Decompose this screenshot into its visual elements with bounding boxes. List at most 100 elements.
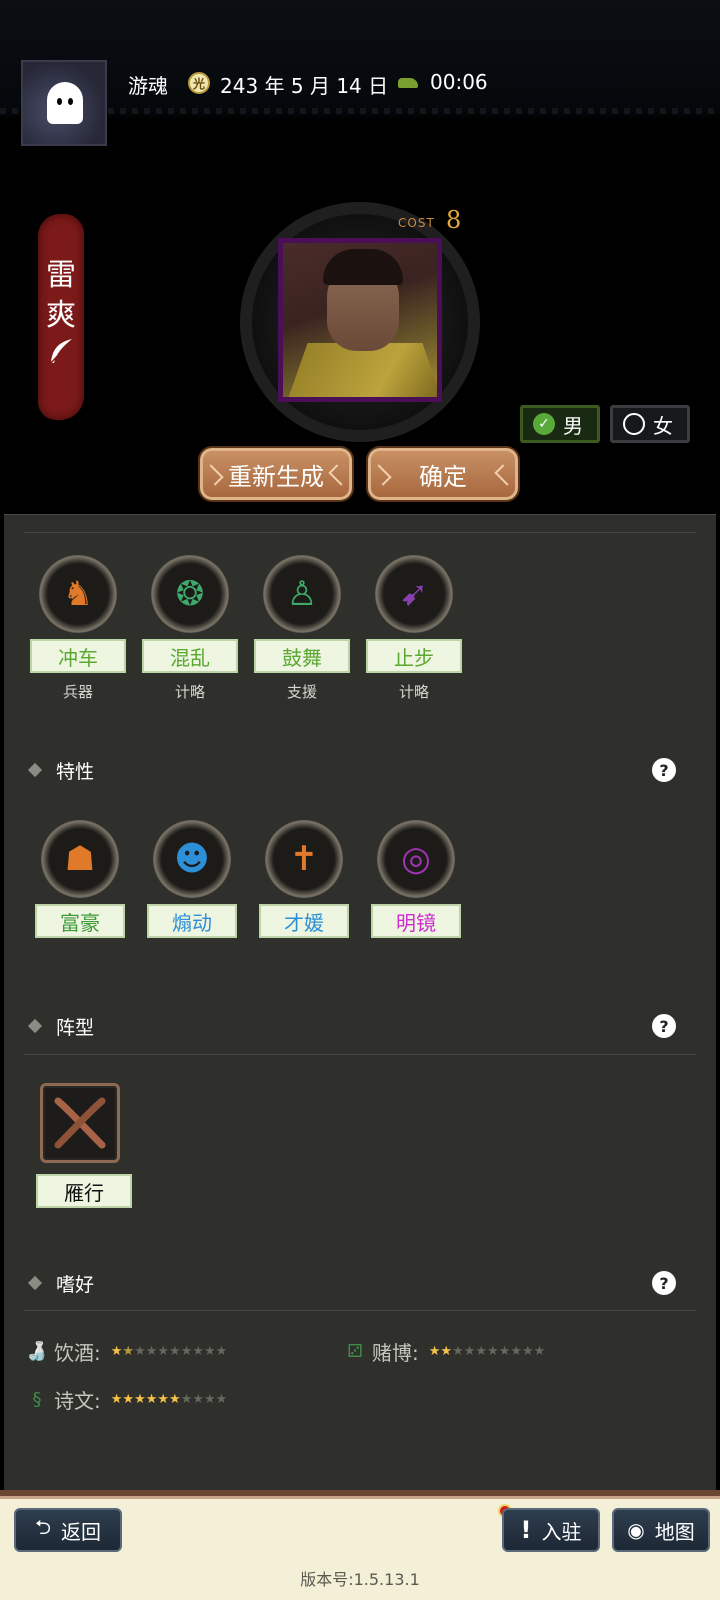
clock-icon xyxy=(398,78,418,88)
star-icon: ★ xyxy=(180,1343,193,1359)
cost-label: COST xyxy=(398,216,435,230)
skill-item[interactable]: ❂ 混乱 计略 xyxy=(142,555,238,702)
star-icon: ★ xyxy=(498,1343,511,1359)
skill-name: 止步 xyxy=(366,639,462,673)
trait-name: 富豪 xyxy=(35,904,125,938)
skill-icon: ♞ xyxy=(39,555,117,633)
hobby-label: 诗文: xyxy=(54,1388,101,1413)
traits-help-icon[interactable]: ? xyxy=(652,758,676,782)
star-icon: ★ xyxy=(192,1391,204,1407)
map-button[interactable]: ◉ 地图 xyxy=(612,1508,710,1552)
mirror-icon: ◎ xyxy=(401,839,431,879)
ghost-avatar-icon xyxy=(47,82,83,124)
formation-name: 雁行 xyxy=(36,1174,132,1208)
trait-item[interactable]: ☗ 富豪 xyxy=(32,820,128,938)
skill-name: 鼓舞 xyxy=(254,639,350,673)
star-icon: ★ xyxy=(180,1391,193,1407)
star-icon: ★ xyxy=(157,1391,170,1407)
star-icon: ★ xyxy=(204,1343,216,1359)
hobby-stars: ★ ★ ★ ★ ★ ★ ★ ★ ★ ★ xyxy=(111,1344,228,1359)
trait-icon: ✝ xyxy=(265,820,343,898)
agitator-icon: ☻ xyxy=(174,839,210,879)
enter-label: 入驻 xyxy=(541,1519,582,1544)
star-icon: ★ xyxy=(145,1343,158,1359)
skill-item[interactable]: ♙ 鼓舞 支援 xyxy=(254,555,350,702)
checked-icon: ✓ xyxy=(533,413,555,435)
enter-button[interactable]: ! 入驻 xyxy=(502,1508,600,1552)
divider xyxy=(24,1310,696,1311)
regenerate-button[interactable]: 重新生成 xyxy=(200,448,352,500)
character-name-banner[interactable]: 雷 爽 xyxy=(38,214,84,420)
hobby-row: ⚂ 赌博: ★ ★ ★ ★ ★ ★ ★ ★ ★ ★ xyxy=(344,1336,545,1366)
star-icon: ★ xyxy=(110,1343,123,1359)
skill-item[interactable]: ♞ 冲车 兵器 xyxy=(30,555,126,702)
cross-figure-icon: ✝ xyxy=(289,839,319,879)
name-char-2: 爽 xyxy=(46,298,76,333)
unchecked-icon xyxy=(623,413,645,435)
hobbies-help-icon[interactable]: ? xyxy=(652,1271,676,1295)
skill-icon: ➹ xyxy=(375,555,453,633)
star-icon: ★ xyxy=(110,1391,123,1407)
skill-name: 混乱 xyxy=(142,639,238,673)
siege-horse-icon: ♞ xyxy=(62,574,94,614)
map-label: 地图 xyxy=(654,1519,695,1544)
formation-item[interactable]: 雁行 xyxy=(36,1168,132,1208)
traits-title: 特性 xyxy=(56,760,95,783)
gender-female-label: 女 xyxy=(653,413,673,438)
divider xyxy=(24,1054,696,1055)
trait-icon: ☻ xyxy=(153,820,231,898)
trait-icon: ☗ xyxy=(41,820,119,898)
trait-icon: ◎ xyxy=(377,820,455,898)
back-label: 返回 xyxy=(61,1519,102,1544)
game-time: 00:06 xyxy=(430,70,488,94)
hobby-row: 🍶 饮酒: ★ ★ ★ ★ ★ ★ ★ ★ ★ ★ xyxy=(26,1336,228,1366)
game-date: 243 年 5 月 14 日 xyxy=(220,74,389,98)
trait-item[interactable]: ✝ 才媛 xyxy=(256,820,352,938)
star-icon: ★ xyxy=(192,1343,204,1359)
rich-man-icon: ☗ xyxy=(64,839,96,879)
star-icon: ★ xyxy=(215,1343,228,1359)
skill-type: 计略 xyxy=(398,683,429,701)
trait-name: 明镜 xyxy=(371,904,461,938)
feather-edit-icon[interactable] xyxy=(46,336,76,366)
gender-female-option[interactable]: 女 xyxy=(610,405,690,443)
skill-item[interactable]: ➹ 止步 计略 xyxy=(366,555,462,702)
gender-male-option[interactable]: ✓ 男 xyxy=(520,405,600,443)
star-icon: ★ xyxy=(428,1343,441,1359)
name-char-1: 雷 xyxy=(46,258,76,293)
hobby-row: § 诗文: ★ ★ ★ ★ ★ ★ ★ ★ ★ ★ xyxy=(26,1384,228,1414)
star-icon: ★ xyxy=(510,1343,522,1359)
star-icon: ★ xyxy=(215,1391,228,1407)
star-icon: ★ xyxy=(522,1343,534,1359)
confirm-button[interactable]: 确定 xyxy=(368,448,518,500)
trait-item[interactable]: ☻ 煽动 xyxy=(144,820,240,938)
trait-item[interactable]: ◎ 明镜 xyxy=(368,820,464,938)
formation-help-icon[interactable]: ? xyxy=(652,1014,676,1038)
crossed-feathers-icon[interactable] xyxy=(40,1083,120,1163)
boot-icon: ➹ xyxy=(399,574,429,614)
hobby-stars: ★ ★ ★ ★ ★ ★ ★ ★ ★ ★ xyxy=(429,1344,546,1359)
swirl-icon: ❂ xyxy=(175,574,205,614)
exclamation-icon: ! xyxy=(520,1516,532,1544)
divider xyxy=(24,532,696,533)
star-icon: ★ xyxy=(157,1343,170,1359)
back-button[interactable]: ⮌ 返回 xyxy=(14,1508,122,1552)
skill-type: 支援 xyxy=(286,683,317,701)
hobby-label: 饮酒: xyxy=(54,1340,101,1365)
traits-header: 特性 xyxy=(27,755,95,785)
dice-icon: ⚂ xyxy=(347,1340,363,1362)
hobbies-header: 嗜好 xyxy=(27,1268,94,1298)
calendar-icon: 光 xyxy=(188,72,210,94)
player-avatar[interactable] xyxy=(21,60,107,146)
formation-header: 阵型 xyxy=(27,1011,94,1041)
skill-name: 冲车 xyxy=(30,639,126,673)
back-arrow-icon: ⮌ xyxy=(34,1515,52,1539)
hobby-stars: ★ ★ ★ ★ ★ ★ ★ ★ ★ ★ xyxy=(111,1392,228,1407)
skill-icon: ♙ xyxy=(263,555,341,633)
star-icon: ★ xyxy=(475,1343,488,1359)
character-portrait xyxy=(278,238,442,402)
star-icon: ★ xyxy=(204,1391,216,1407)
person-wings-icon: ♙ xyxy=(286,574,318,614)
star-icon: ★ xyxy=(169,1391,181,1407)
star-icon: ★ xyxy=(134,1343,146,1359)
